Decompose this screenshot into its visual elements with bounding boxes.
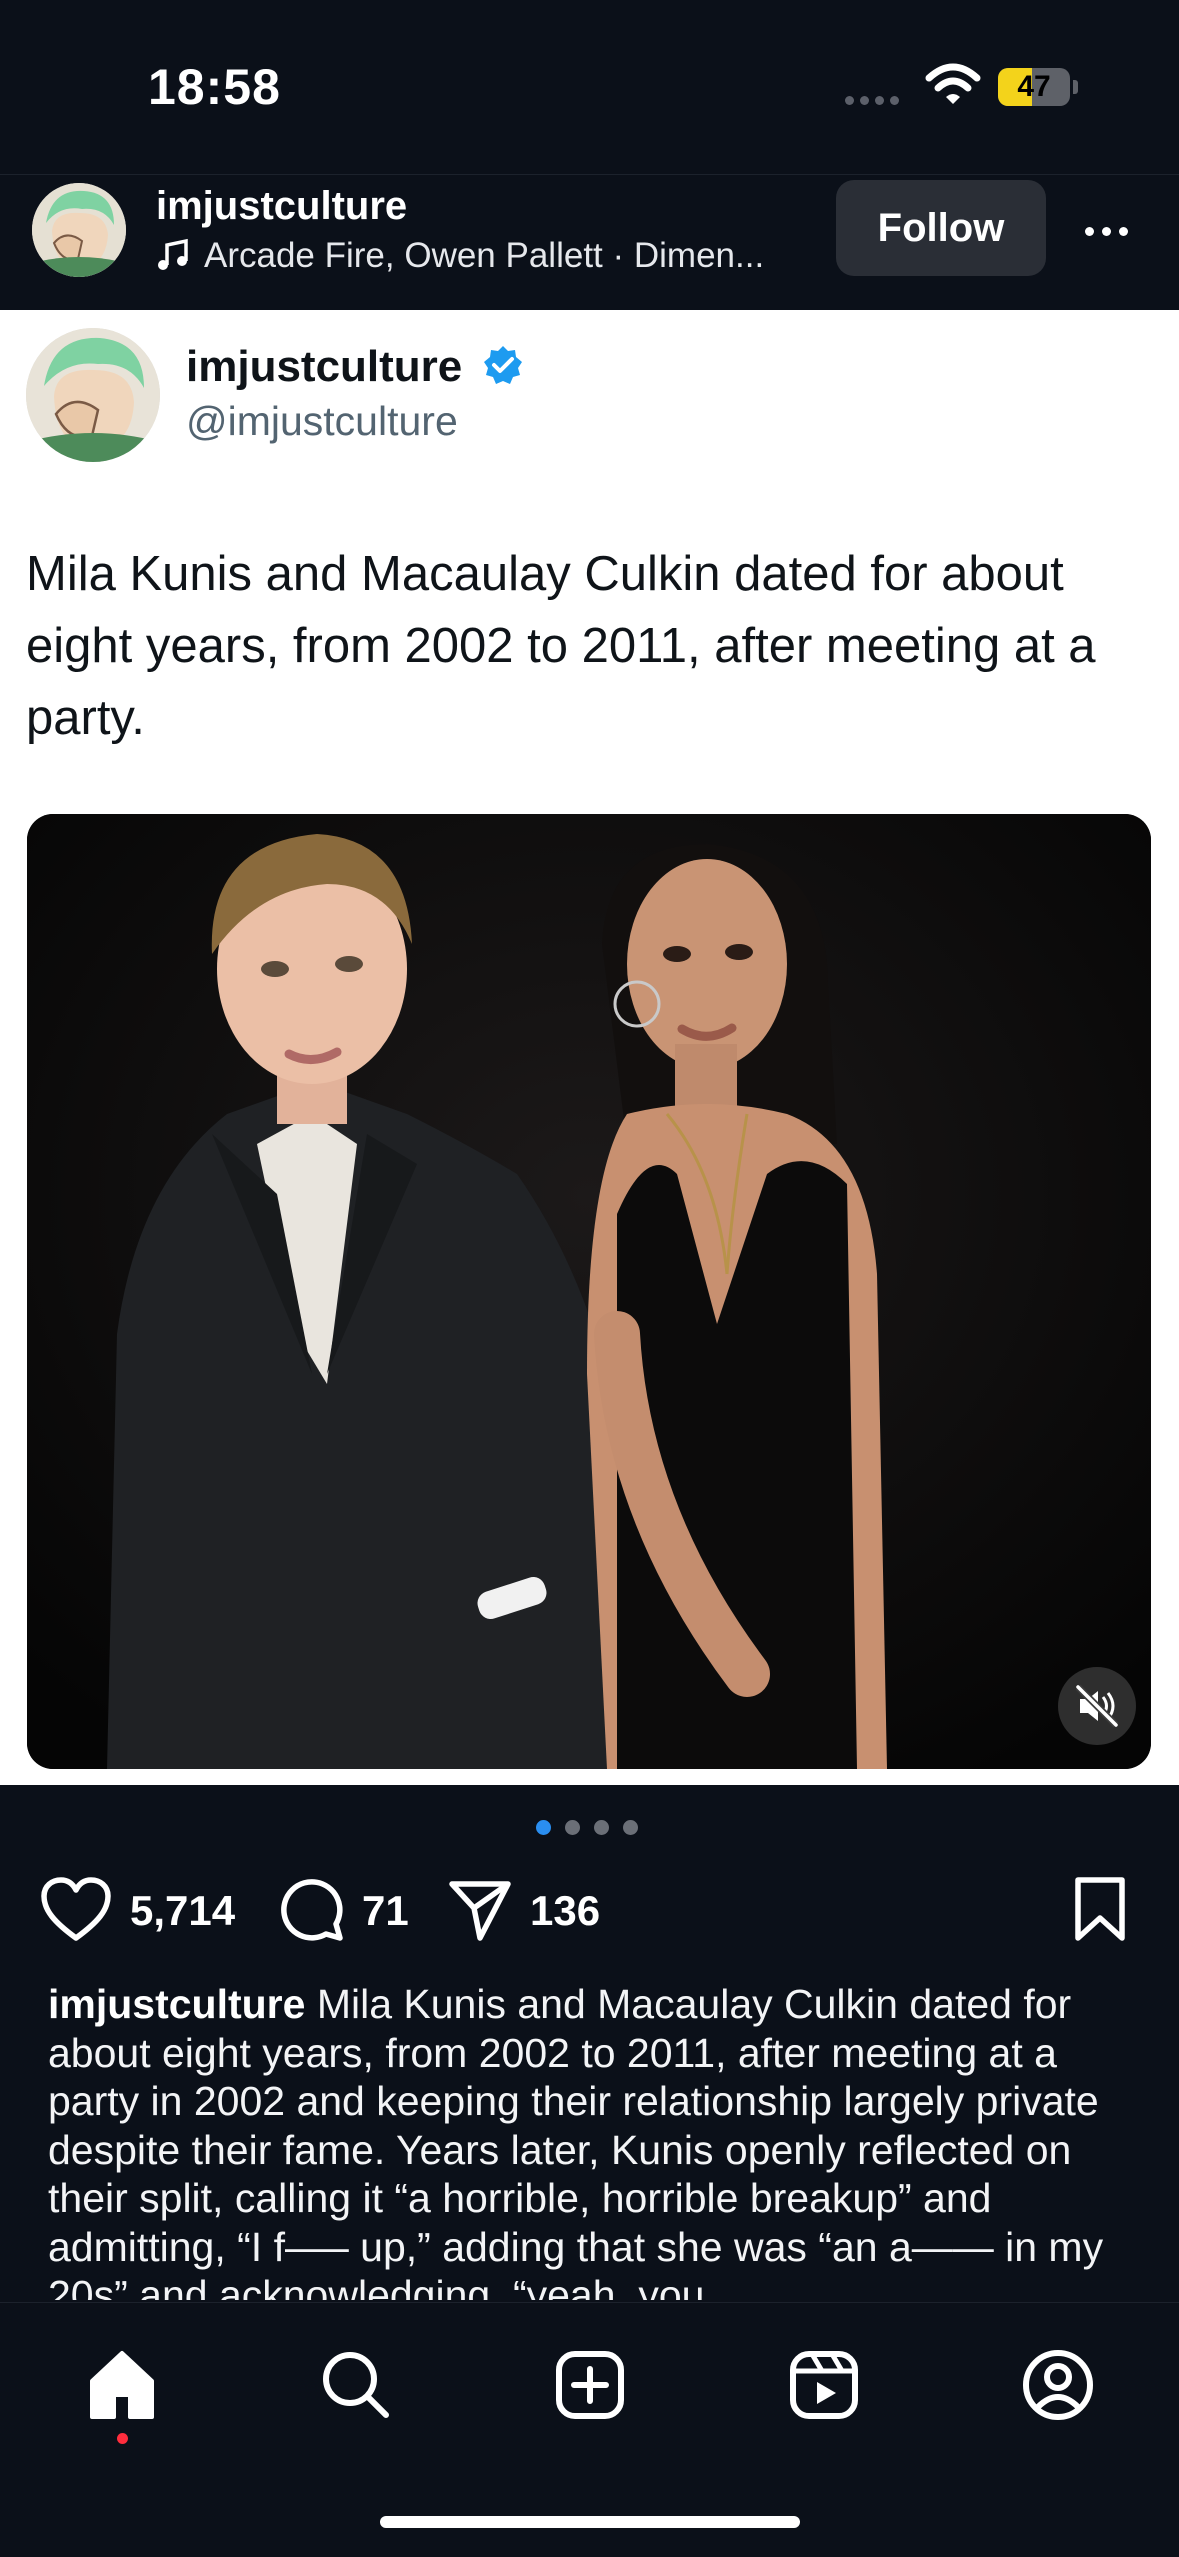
- speaker-muted-icon: [1075, 1684, 1119, 1728]
- bookmark-icon[interactable]: [1072, 1876, 1128, 1947]
- header-avatar[interactable]: [32, 183, 126, 277]
- create-icon[interactable]: [550, 2345, 630, 2425]
- comment-count[interactable]: 71: [362, 1887, 409, 1935]
- mute-toggle-button[interactable]: [1058, 1667, 1136, 1745]
- tweet-handle: @imjustculture: [186, 398, 458, 444]
- post-photo[interactable]: [27, 814, 1151, 1769]
- follow-button[interactable]: Follow: [836, 180, 1046, 276]
- more-options-icon[interactable]: [1085, 223, 1136, 241]
- carousel-dot: [565, 1820, 580, 1835]
- status-time: 18:58: [148, 59, 281, 115]
- heart-icon[interactable]: [40, 1876, 112, 1947]
- wifi-icon: [925, 62, 981, 111]
- tweet-text: Mila Kunis and Macaulay Culkin dated for…: [26, 547, 1096, 745]
- comment-icon[interactable]: [278, 1876, 346, 1949]
- carousel-indicator: [536, 1820, 652, 1840]
- like-count[interactable]: 5,714: [130, 1887, 235, 1935]
- cellular-signal-icon: [845, 92, 905, 110]
- caption-text: Mila Kunis and Macaulay Culkin dated for…: [48, 1981, 1104, 2300]
- caption-username[interactable]: imjustculture: [48, 1981, 305, 2027]
- notification-dot: [117, 2433, 128, 2444]
- verified-badge-icon: [482, 344, 524, 391]
- audio-track-link[interactable]: Arcade Fire, Owen Pallett · Dimen...: [204, 236, 804, 276]
- carousel-dot: [623, 1820, 638, 1835]
- home-indicator[interactable]: [380, 2516, 800, 2528]
- card-avatar: [26, 328, 160, 462]
- tweet-display-name: imjustculture: [186, 342, 463, 391]
- home-icon[interactable]: [82, 2345, 162, 2425]
- post-caption[interactable]: imjustculture Mila Kunis and Macaulay Cu…: [48, 1980, 1148, 2300]
- profile-icon[interactable]: [1018, 2345, 1098, 2425]
- carousel-dot: [594, 1820, 609, 1835]
- carousel-dot-active: [536, 1820, 551, 1835]
- battery-level: 47: [1017, 70, 1051, 103]
- music-note-icon: [156, 238, 190, 277]
- battery-icon: 47: [998, 68, 1070, 106]
- reels-icon[interactable]: [784, 2345, 864, 2425]
- battery-cap: [1073, 80, 1078, 94]
- share-count[interactable]: 136: [530, 1887, 600, 1935]
- header-username[interactable]: imjustculture: [156, 184, 407, 229]
- share-icon[interactable]: [446, 1876, 514, 1949]
- search-icon[interactable]: [316, 2345, 396, 2425]
